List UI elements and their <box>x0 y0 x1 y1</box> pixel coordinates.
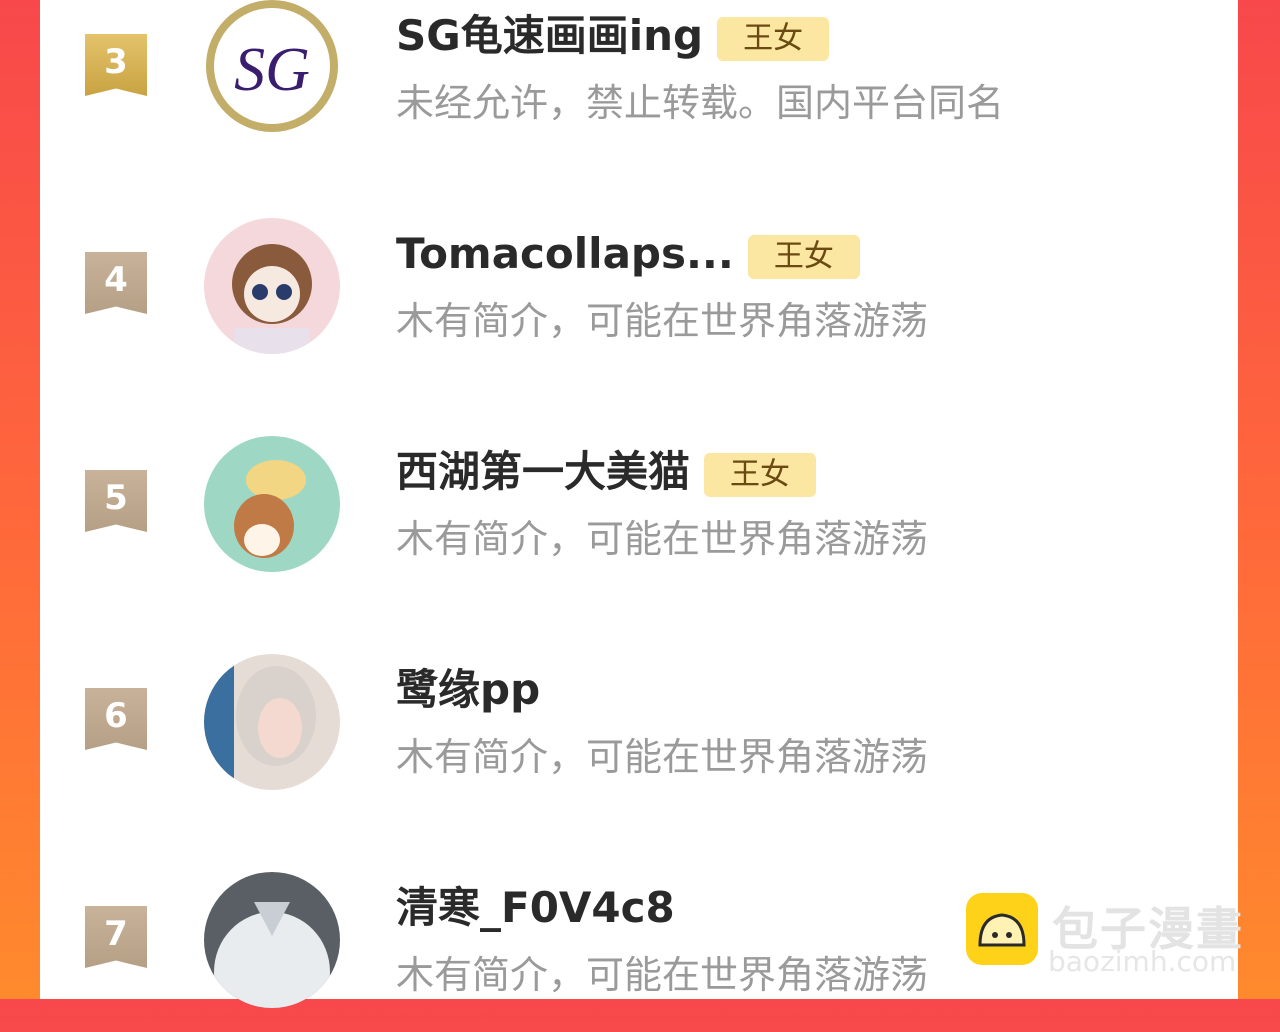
user-name[interactable]: SG龟速画画ing 王女 <box>396 10 830 62</box>
user-name-text[interactable]: 鹭缘pp <box>396 665 540 714</box>
watermark-logo-icon <box>966 893 1038 965</box>
rank-badge: 6 <box>85 688 147 750</box>
title-badge: 王女 <box>747 234 860 279</box>
list-item[interactable]: 6 鹭缘pp 木有简介，可能在世界角落游荡 <box>40 654 1238 814</box>
svg-text:SG: SG <box>234 36 310 104</box>
user-bio: 木有简介，可能在世界角落游荡 <box>396 735 929 779</box>
avatar[interactable]: SG <box>204 0 340 134</box>
user-bio: 木有简介，可能在世界角落游荡 <box>396 517 929 561</box>
avatar[interactable] <box>204 218 340 354</box>
user-name[interactable]: Tomacollaps... 王女 <box>396 228 860 280</box>
user-name[interactable]: 清寒_F0V4c8 <box>396 882 675 934</box>
user-name-text[interactable]: 西湖第一大美猫 <box>396 447 690 496</box>
ranking-list: 3 SG SG龟速画画ing 王女 未经允许，禁止转载。国内平台同名 4 Tom… <box>40 0 1238 1008</box>
title-badge: 王女 <box>717 16 830 61</box>
rank-badge: 3 <box>85 34 147 96</box>
user-bio: 木有简介，可能在世界角落游荡 <box>396 953 929 997</box>
rank-badge: 7 <box>85 906 147 968</box>
rank-badge: 4 <box>85 252 147 314</box>
avatar[interactable] <box>204 436 340 572</box>
user-name-text[interactable]: SG龟速画画ing <box>396 11 703 60</box>
user-bio: 未经允许，禁止转载。国内平台同名 <box>396 81 1005 125</box>
user-bio: 木有简介，可能在世界角落游荡 <box>396 299 929 343</box>
user-name-text[interactable]: 清寒_F0V4c8 <box>396 883 675 932</box>
watermark-url: baozimh.com <box>1048 945 1237 978</box>
user-name[interactable]: 西湖第一大美猫 王女 <box>396 446 817 498</box>
list-item[interactable]: 5 西湖第一大美猫 王女 木有简介，可能在世界角落游荡 <box>40 436 1238 596</box>
list-item[interactable]: 4 Tomacollaps... 王女 木有简介，可能在世界角落游荡 <box>40 218 1238 378</box>
title-badge: 王女 <box>704 452 817 497</box>
avatar[interactable] <box>204 872 340 1008</box>
avatar[interactable] <box>204 654 340 790</box>
user-name[interactable]: 鹭缘pp <box>396 664 540 716</box>
rank-badge: 5 <box>85 470 147 532</box>
list-item[interactable]: 3 SG SG龟速画画ing 王女 未经允许，禁止转载。国内平台同名 <box>40 0 1238 160</box>
user-name-text[interactable]: Tomacollaps... <box>396 229 734 278</box>
